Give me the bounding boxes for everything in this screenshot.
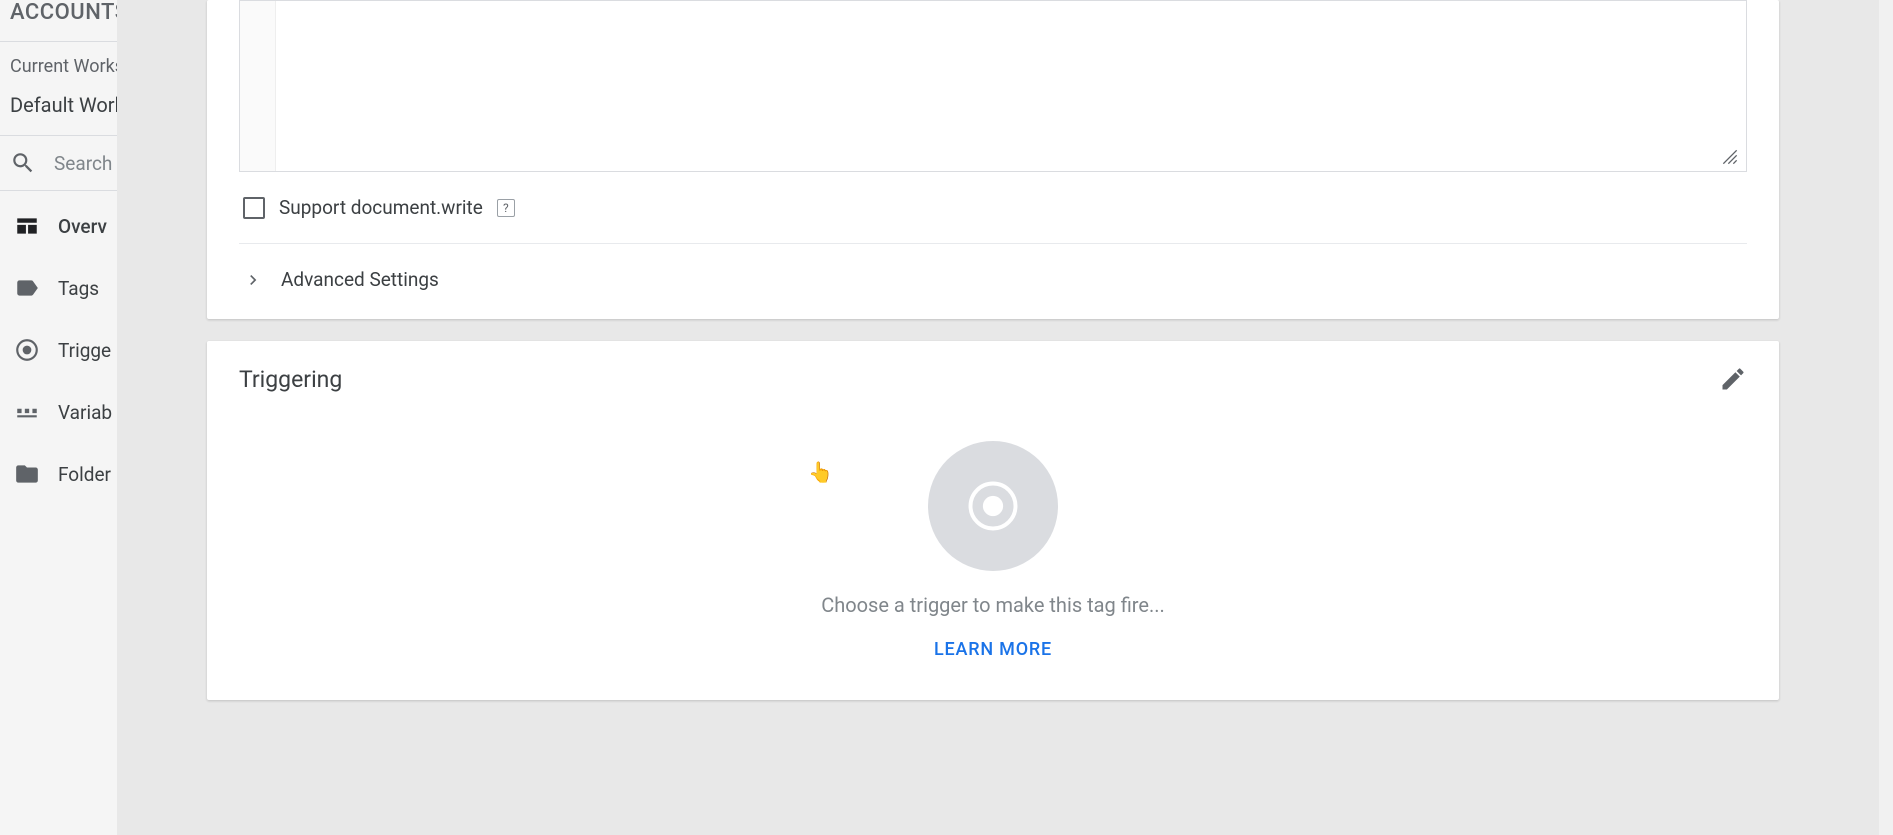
search-placeholder: Search: [54, 152, 112, 175]
chevron-right-icon: [243, 270, 263, 290]
dashboard-icon: [14, 213, 40, 239]
nav-variables-label: Variab: [58, 401, 112, 424]
code-body[interactable]: [276, 1, 1746, 171]
triggering-header: Triggering: [239, 365, 1747, 393]
nav-overview-label: Overv: [58, 215, 107, 238]
learn-more-link[interactable]: LEARN MORE: [934, 639, 1052, 660]
folder-icon: [14, 461, 40, 487]
trigger-circle-icon: [966, 479, 1020, 533]
html-code-editor[interactable]: [239, 0, 1747, 172]
add-trigger-button[interactable]: [928, 441, 1058, 571]
resize-handle-icon[interactable]: [1720, 147, 1740, 167]
panel-wrap: Support document.write ? Advanced Settin…: [207, 0, 1779, 835]
support-doc-write-row: Support document.write ?: [207, 172, 1779, 243]
pencil-icon: [1719, 365, 1747, 393]
choose-trigger-text: Choose a trigger to make this tag fire..…: [821, 593, 1165, 617]
triggering-empty-state: Choose a trigger to make this tag fire..…: [239, 393, 1747, 660]
support-doc-write-checkbox[interactable]: [243, 197, 265, 219]
tag-icon: [14, 275, 40, 301]
help-icon[interactable]: ?: [497, 199, 515, 217]
triggering-title: Triggering: [239, 366, 342, 393]
nav-triggers-label: Trigge: [58, 339, 111, 362]
variables-icon: [14, 399, 40, 425]
triggering-card: Triggering Choose a trigger to make this…: [207, 341, 1779, 700]
support-doc-write-label: Support document.write: [279, 196, 483, 219]
edit-triggering-button[interactable]: [1719, 365, 1747, 393]
main-overlay: Support document.write ? Advanced Settin…: [117, 0, 1893, 835]
nav-tags-label: Tags: [58, 277, 99, 300]
search-icon: [10, 150, 36, 176]
advanced-settings-label: Advanced Settings: [281, 268, 439, 291]
nav-folders-label: Folder: [58, 463, 111, 486]
scrollbar[interactable]: [1879, 0, 1893, 835]
code-gutter: [240, 1, 276, 171]
advanced-settings-toggle[interactable]: Advanced Settings: [207, 244, 1779, 319]
tag-configuration-card: Support document.write ? Advanced Settin…: [207, 0, 1779, 319]
trigger-icon: [14, 337, 40, 363]
